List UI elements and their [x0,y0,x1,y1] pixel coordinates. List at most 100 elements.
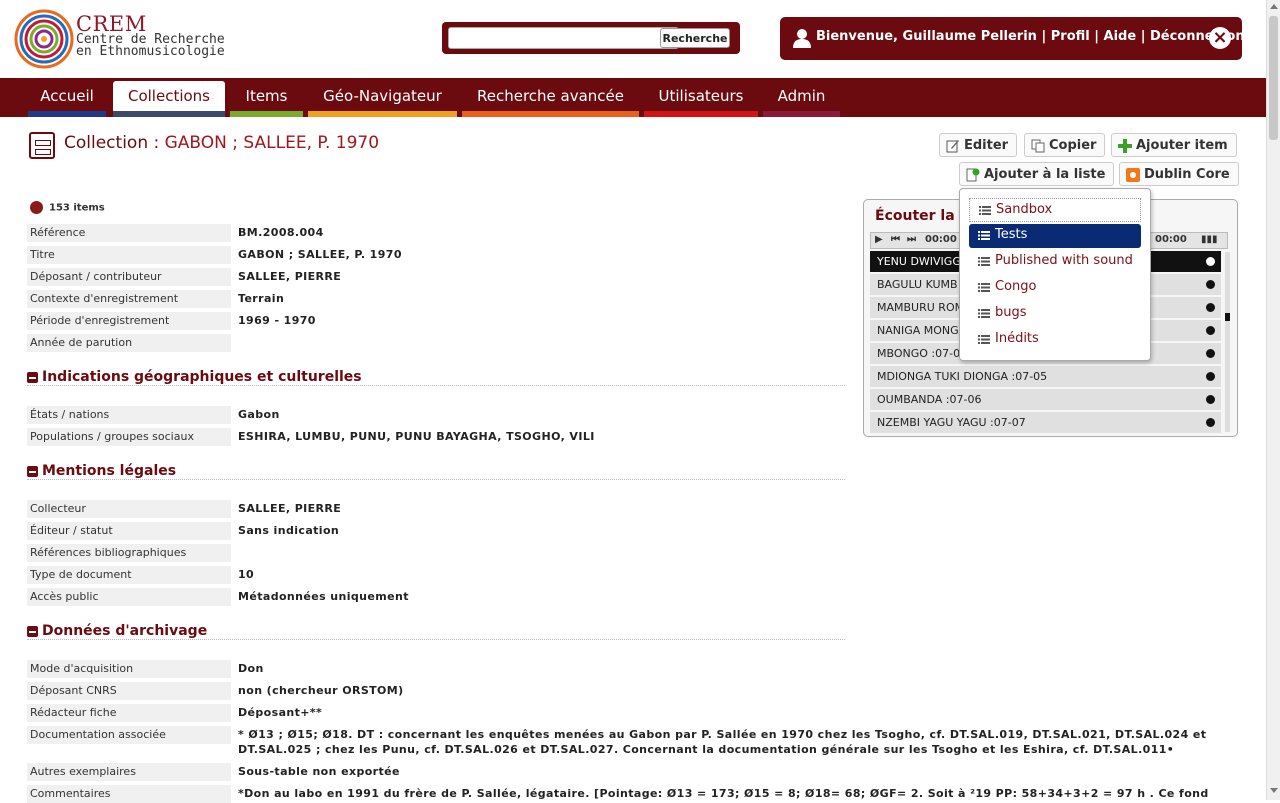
user-icon [793,29,811,48]
tab-collections[interactable]: Collections [113,81,225,117]
track-title: YENU DWIVIGG [877,255,961,268]
field-label: Contexte d'enregistrement [27,290,231,308]
user-links: Bienvenue, Guillaume Pellerin | Profil |… [816,29,1245,44]
scroll-down-icon[interactable] [1270,788,1278,793]
play-track-icon[interactable] [1206,349,1215,358]
dublin-core-button[interactable]: Dublin Core [1119,162,1239,186]
tab-label: Items [245,87,288,105]
field-label: Documentation associée [27,726,231,744]
tab-label: Géo-Navigateur [323,87,442,105]
profile-link[interactable]: Profil [1051,29,1090,44]
search-input[interactable] [448,27,679,49]
tab-utilisateurs[interactable]: Utilisateurs [644,81,758,117]
list-icon [978,283,990,292]
field-value: BM.2008.004 [238,226,324,239]
section-title: Mentions légales [42,463,177,479]
dropdown-item[interactable]: Published with sound [969,250,1141,274]
dropdown-label: Tests [995,227,1028,242]
list-icon [978,257,990,266]
field-label: Titre [27,246,231,264]
track-title: MAMBURU ROM [877,301,965,314]
field-value: Sous-table non exportée [238,765,400,778]
disc-icon [30,201,43,214]
dropdown-label: bugs [995,305,1027,320]
next-icon[interactable]: ⏭ [907,234,916,245]
dropdown-item[interactable]: bugs [969,302,1141,326]
edit-button[interactable]: Editer [939,133,1018,157]
player-title: Écouter la c [875,208,968,224]
play-track-icon[interactable] [1206,395,1215,404]
play-track-icon[interactable] [1206,372,1215,381]
play-track-icon[interactable] [1206,418,1215,427]
play-track-icon[interactable] [1206,303,1215,312]
track-item[interactable]: NZEMBI YAGU YAGU :07-07 [870,412,1221,433]
dropdown-item[interactable]: Inédits [969,328,1141,352]
field-value: Gabon [238,408,280,421]
volume-icon[interactable]: ▮▮▮ [1201,234,1218,245]
field-value: * Ø13 ; Ø15; Ø18. DT : concernant les en… [238,728,1207,756]
copy-label: Copier [1049,138,1097,153]
add-to-list-label: Ajouter à la liste [984,167,1106,182]
page-title: Collection : GABON ; SALLEE, P. 1970 [64,133,379,153]
scroll-thumb[interactable] [1269,16,1278,140]
tab-label: Accueil [40,87,94,105]
play-track-icon[interactable] [1206,280,1215,289]
field-label: Accès public [27,588,231,606]
site-header: CREM Centre de Recherche en Ethnomusicol… [0,0,1266,78]
field-label: Déposant / contributeur [27,268,231,286]
track-item[interactable]: OUMBANDA :07-06 [870,389,1221,410]
separator: | [1136,29,1150,44]
field-label: Mode d'acquisition [27,660,231,678]
field-label: Année de parution [27,334,231,352]
dropdown-item[interactable]: Congo [969,276,1141,300]
add-item-label: Ajouter item [1136,138,1228,153]
dropdown-label: Congo [995,279,1037,294]
help-link[interactable]: Aide [1104,29,1137,44]
section-legal-header[interactable]: Mentions légales [27,463,845,480]
tab-items[interactable]: Items [230,81,303,117]
time-start: 00:00 [925,234,957,245]
crem-logo-icon[interactable] [14,9,74,69]
dropdown-item[interactable]: Sandbox [969,198,1141,222]
play-track-icon[interactable] [1206,326,1215,335]
collapse-icon[interactable] [27,626,38,637]
dropdown-item[interactable]: Tests [969,224,1141,248]
page-scrollbar[interactable] [1266,0,1280,800]
main-nav: Accueil Collections Items Géo-Navigateur… [0,78,1266,117]
list-icon [979,206,991,215]
play-track-icon[interactable] [1206,257,1215,266]
tab-recherche-avancee[interactable]: Recherche avancée [462,81,639,117]
copy-icon [1031,139,1045,153]
previous-icon[interactable]: ⏮ [891,234,900,245]
tab-accueil[interactable]: Accueil [28,81,106,117]
copy-button[interactable]: Copier [1024,133,1106,157]
collapse-icon[interactable] [27,372,38,383]
separator: | [1036,29,1051,44]
scroll-up-icon[interactable] [1270,4,1278,9]
tab-admin[interactable]: Admin [763,81,840,117]
collapse-icon[interactable] [27,466,38,477]
tab-label: Admin [777,87,826,105]
section-archive-header[interactable]: Données d'archivage [27,623,845,640]
field-value: 10 [238,568,255,581]
search-button[interactable]: Recherche [660,28,730,48]
field-value: Métadonnées uniquement [238,590,409,603]
add-to-list-button[interactable]: Ajouter à la liste [959,162,1115,186]
tab-geo-navigateur[interactable]: Géo-Navigateur [308,81,457,117]
play-icon[interactable]: ▶ [875,234,883,245]
collection-name: GABON ; SALLEE, P. 1970 [164,133,380,153]
welcome-text: Bienvenue, Guillaume Pellerin [816,29,1037,44]
collection-icon [29,132,55,159]
field-label: Rédacteur fiche [27,704,231,722]
tab-label: Collections [127,87,210,105]
close-icon[interactable]: × [1209,27,1231,49]
dropdown-label: Sandbox [996,202,1053,217]
track-item[interactable]: MDIONGA TUKI DIONGA :07-05 [870,366,1221,387]
section-title: Données d'archivage [42,623,208,639]
track-title: NANIGA MONGA [877,324,967,337]
track-scrollbar[interactable] [1225,252,1230,432]
track-title: OUMBANDA :07-06 [877,393,982,406]
scroll-thumb[interactable] [1225,313,1230,321]
add-item-button[interactable]: Ajouter item [1111,133,1237,157]
section-geo-header[interactable]: Indications géographiques et culturelles [27,369,845,386]
